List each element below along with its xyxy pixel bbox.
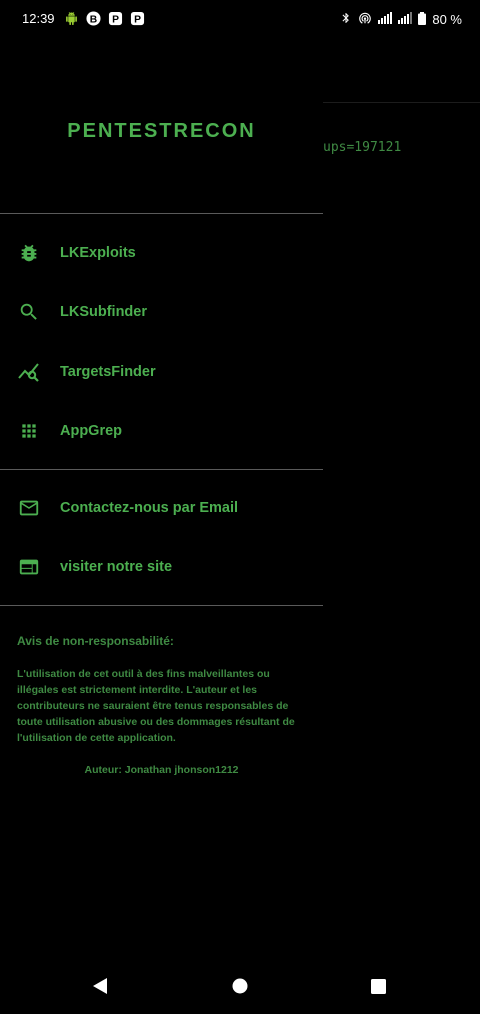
p-badge-icon: P bbox=[130, 11, 145, 26]
email-icon bbox=[17, 496, 41, 520]
system-icons: 80 % bbox=[340, 11, 462, 28]
divider bbox=[0, 213, 323, 214]
hotspot-icon bbox=[358, 11, 372, 28]
menu-item-label: LKExploits bbox=[60, 245, 136, 261]
search-icon bbox=[17, 300, 41, 324]
bug-icon bbox=[17, 241, 41, 265]
drawer-title: PENTESTRECON bbox=[67, 120, 256, 142]
divider bbox=[0, 605, 323, 606]
menu-item-visit-site[interactable]: visiter notre site bbox=[0, 543, 323, 591]
background-app: ups=197121 bbox=[323, 38, 480, 1014]
svg-text:P: P bbox=[134, 14, 141, 25]
disclaimer-text: L'utilisation de cet outil à des fins ma… bbox=[17, 668, 295, 744]
background-output-text: ups=197121 bbox=[323, 140, 402, 155]
web-icon bbox=[17, 555, 41, 579]
notification-icons: B P P bbox=[64, 11, 145, 26]
menu-item-appgrep[interactable]: AppGrep bbox=[0, 407, 323, 455]
svg-text:P: P bbox=[112, 14, 119, 25]
svg-text:B: B bbox=[90, 14, 97, 25]
apps-grid-icon bbox=[17, 419, 41, 443]
battery-percent: 80 % bbox=[432, 12, 462, 27]
menu-item-label: visiter notre site bbox=[60, 559, 173, 575]
android-icon bbox=[64, 11, 79, 26]
recents-icon[interactable] bbox=[366, 974, 390, 998]
menu-item-label: TargetsFinder bbox=[60, 364, 156, 380]
home-icon[interactable] bbox=[228, 974, 252, 998]
divider bbox=[0, 469, 323, 470]
back-icon[interactable] bbox=[88, 974, 112, 998]
p-badge-icon: P bbox=[108, 11, 123, 26]
menu-item-label: LKSubfinder bbox=[60, 304, 147, 320]
status-time: 12:39 bbox=[22, 11, 55, 26]
background-divider bbox=[323, 102, 480, 103]
author-credit: Auteur: Jonathan jhonson1212 bbox=[84, 764, 239, 776]
menu-item-contact-email[interactable]: Contactez-nous par Email bbox=[0, 484, 323, 532]
status-bar: 12:39 B P P 80 % bbox=[0, 0, 480, 38]
battery-icon bbox=[418, 11, 427, 28]
signal-icon bbox=[378, 12, 393, 27]
menu-item-targetsfinder[interactable]: TargetsFinder bbox=[0, 348, 323, 396]
b-badge-icon: B bbox=[86, 11, 101, 26]
trending-search-icon bbox=[17, 360, 41, 384]
menu-item-lkexploits[interactable]: LKExploits bbox=[0, 229, 323, 277]
menu-item-lksubfinder[interactable]: LKSubfinder bbox=[0, 288, 323, 336]
navigation-drawer: PENTESTRECON LKExploits LKSubfinder Targ… bbox=[0, 38, 323, 958]
disclaimer-title: Avis de non-responsabilité: bbox=[17, 634, 174, 648]
menu-item-label: AppGrep bbox=[60, 423, 123, 439]
bluetooth-icon bbox=[340, 11, 352, 28]
signal-icon bbox=[398, 12, 413, 27]
menu-item-label: Contactez-nous par Email bbox=[60, 500, 239, 516]
navigation-bar bbox=[0, 958, 480, 1014]
